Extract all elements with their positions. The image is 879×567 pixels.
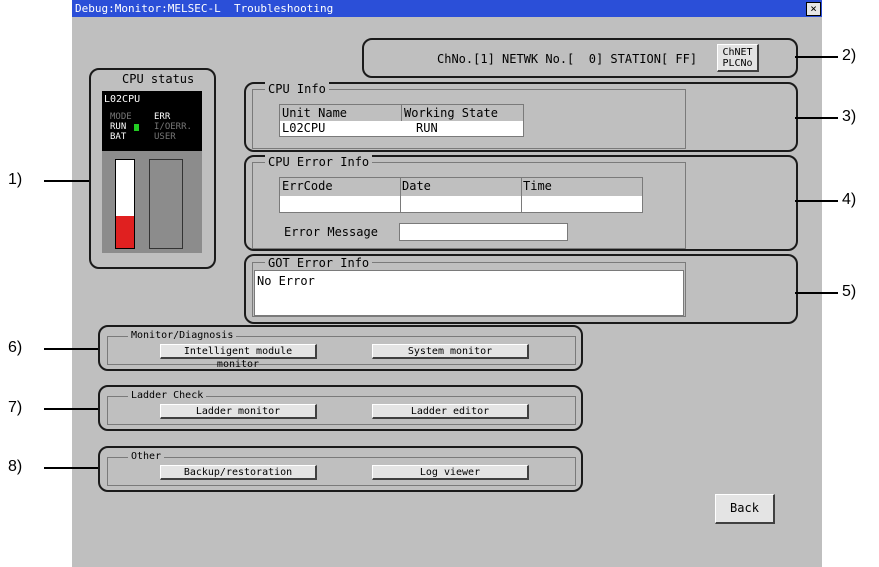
error-message-label: Error Message xyxy=(284,225,378,239)
close-button[interactable]: × xyxy=(806,2,821,16)
back-button[interactable]: Back xyxy=(715,494,775,524)
bat-led-label: BAT xyxy=(110,132,127,142)
ladder-monitor-button[interactable]: Ladder monitor xyxy=(160,404,317,419)
callout-label-8: 8) xyxy=(8,458,23,475)
callout-label-7: 7) xyxy=(8,399,23,416)
got-error-title: GOT Error Info xyxy=(265,256,373,270)
chnet-plcno-button[interactable]: ChNET PLCNo xyxy=(717,44,759,72)
callout-line-3 xyxy=(795,117,838,119)
cpu-error-row xyxy=(280,196,642,212)
io-err-led-label: I/OERR. xyxy=(154,122,192,132)
working-state-header: Working State xyxy=(404,106,498,120)
callout-line-4 xyxy=(795,200,838,202)
cpu-error-title: CPU Error Info xyxy=(265,155,373,169)
unit-name-header: Unit Name xyxy=(282,106,348,120)
err-led-label: ERR xyxy=(154,112,171,122)
callout-label-2: 2) xyxy=(842,47,857,64)
user-led-label: USER xyxy=(154,132,176,142)
memory-usage-bar xyxy=(115,159,135,249)
error-message-field xyxy=(399,223,568,241)
other-title: Other xyxy=(128,451,165,462)
log-viewer-button[interactable]: Log viewer xyxy=(372,465,529,480)
cpu-model-label: L02CPU xyxy=(104,94,141,105)
time-header: Time xyxy=(523,179,552,193)
column-divider xyxy=(521,178,522,212)
callout-label-3: 3) xyxy=(842,108,857,125)
memory-usage-fill xyxy=(116,216,134,248)
callout-line-5 xyxy=(795,292,838,294)
callout-label-4: 4) xyxy=(842,191,857,208)
window-title: Debug:Monitor:MELSEC-L Troubleshooting xyxy=(72,0,822,17)
callout-label-5: 5) xyxy=(842,283,857,300)
cpu-info-table: Unit Name Working State L02CPU RUN xyxy=(279,104,524,137)
callout-label-6: 6) xyxy=(8,339,23,356)
memory-card-slot xyxy=(149,159,183,249)
monitor-diagnosis-title: Monitor/Diagnosis xyxy=(128,330,237,341)
callout-line-2 xyxy=(795,56,838,58)
callout-line-6 xyxy=(44,348,98,350)
led-panel: L02CPU MODE RUN BAT ERR I/OERR. USER xyxy=(102,91,202,151)
ladder-check-title: Ladder Check xyxy=(128,390,207,401)
channel-info-text: ChNo.[1] NETWK No.[ 0] STATION[ FF] xyxy=(437,52,698,66)
callout-label-1: 1) xyxy=(8,171,23,188)
got-error-display: No Error xyxy=(254,270,684,316)
cpu-module-graphic: L02CPU MODE RUN BAT ERR I/OERR. USER xyxy=(102,91,202,253)
unit-name-value: L02CPU xyxy=(282,121,326,135)
errcode-header: ErrCode xyxy=(282,179,333,193)
chnet-label: ChNET xyxy=(722,47,753,58)
backup-restoration-button[interactable]: Backup/restoration xyxy=(160,465,317,480)
callout-line-7 xyxy=(44,408,98,410)
ladder-editor-button[interactable]: Ladder editor xyxy=(372,404,529,419)
cpu-info-title: CPU Info xyxy=(265,82,329,96)
callout-line-8 xyxy=(44,467,98,469)
run-led-label: RUN xyxy=(110,122,127,132)
column-divider xyxy=(400,178,401,212)
system-monitor-button[interactable]: System monitor xyxy=(372,344,529,359)
callout-line-1 xyxy=(44,180,89,182)
got-error-text: No Error xyxy=(257,274,315,288)
working-state-value: RUN xyxy=(416,121,438,135)
plcno-label: PLCNo xyxy=(722,58,753,69)
intelligent-module-monitor-button[interactable]: Intelligent module monitor xyxy=(160,344,317,370)
cpu-error-table: ErrCode Date Time xyxy=(279,177,643,213)
mode-led-label: MODE xyxy=(110,112,132,122)
cpu-status-title: CPU status xyxy=(122,72,195,86)
run-led-indicator xyxy=(134,124,139,131)
date-header: Date xyxy=(402,179,431,193)
